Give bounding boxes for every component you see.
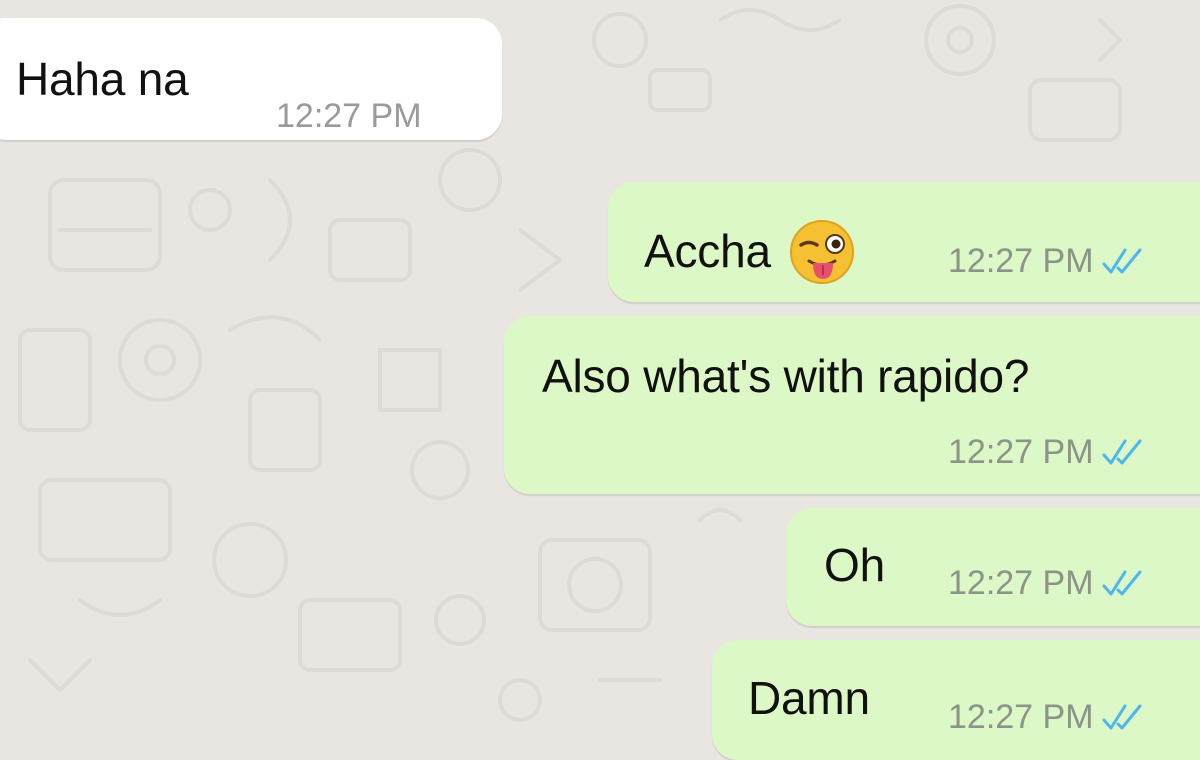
- message-meta: 12:27 PM: [948, 244, 1146, 278]
- double-check-read-icon: [1102, 439, 1142, 465]
- message-timestamp: 12:27 PM: [276, 99, 422, 133]
- message-meta: 12:27 PM: [948, 566, 1146, 600]
- timestamp-text: 12:27 PM: [948, 564, 1094, 602]
- message-bubble-incoming[interactable]: Haha na 12:27 PM: [0, 18, 502, 140]
- timestamp-text: 12:27 PM: [276, 97, 422, 135]
- message-text: Damn: [748, 672, 870, 724]
- timestamp-text: 12:27 PM: [948, 698, 1094, 736]
- double-check-read-icon: [1102, 248, 1142, 274]
- message-bubble-outgoing[interactable]: Also what's with rapido? 12:27 PM: [504, 316, 1200, 494]
- double-check-read-icon: [1102, 704, 1142, 730]
- double-check-read-icon: [1102, 570, 1142, 596]
- timestamp-text: 12:27 PM: [948, 242, 1094, 280]
- message-meta: 12:27 PM: [948, 700, 1146, 734]
- message-bubble-outgoing[interactable]: Damn 12:27 PM: [712, 640, 1200, 760]
- message-bubble-outgoing[interactable]: Accha 12:27 PM: [608, 182, 1200, 302]
- message-text: Accha: [644, 217, 855, 285]
- message-text: Haha na: [16, 53, 189, 105]
- timestamp-text: 12:27 PM: [948, 433, 1094, 471]
- message-bubble-outgoing[interactable]: Oh 12:27 PM: [786, 508, 1200, 626]
- winking-face-with-tongue-icon: [789, 220, 854, 284]
- message-text-content: Accha: [644, 225, 771, 277]
- message-text: Oh: [824, 539, 885, 591]
- message-meta: 12:27 PM: [948, 435, 1146, 469]
- message-text: Also what's with rapido?: [542, 350, 1030, 402]
